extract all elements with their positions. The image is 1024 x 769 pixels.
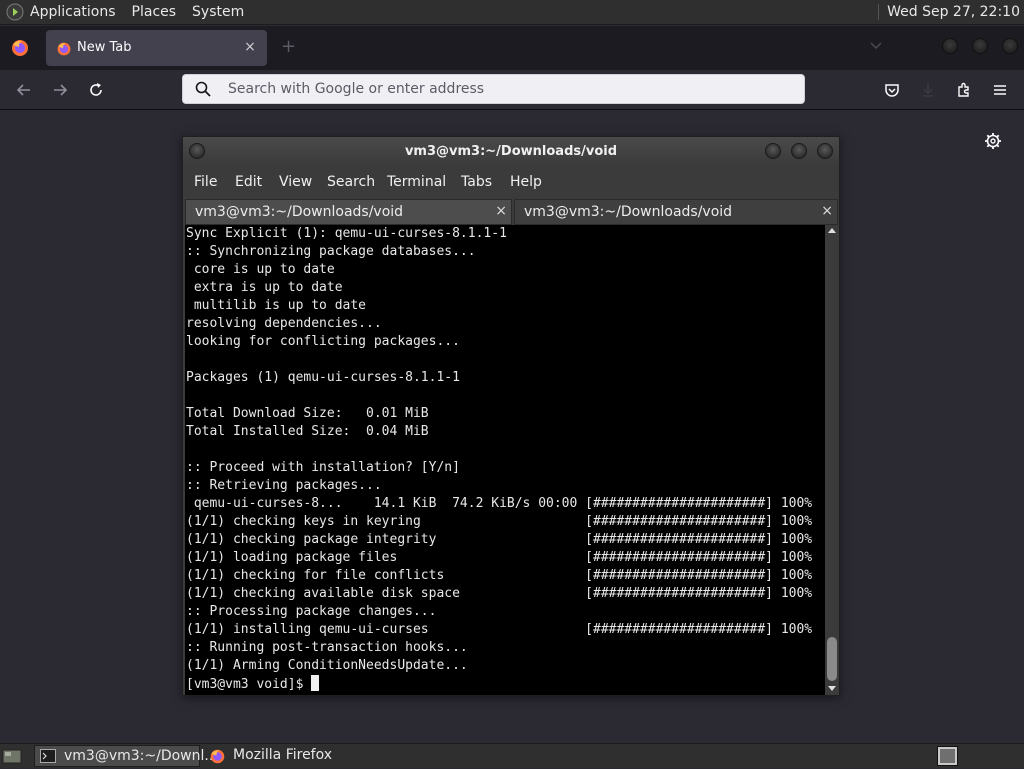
terminal-line: (1/1) checking available disk space [###… — [186, 586, 813, 601]
reload-icon[interactable] — [85, 79, 107, 101]
terminal-line: (1/1) checking keys in keyring [########… — [186, 514, 813, 529]
downloads-icon[interactable] — [917, 79, 939, 101]
terminal-scrollbar[interactable] — [825, 225, 839, 695]
minimize-button[interactable] — [942, 38, 958, 54]
menu-search[interactable]: Search — [327, 174, 375, 190]
taskbar-item-firefox[interactable]: Mozilla Firefox — [204, 745, 364, 767]
scroll-down-arrow-icon[interactable] — [828, 686, 836, 691]
url-placeholder: Search with Google or enter address — [228, 81, 485, 97]
firefox-view-icon[interactable] — [10, 38, 30, 62]
forward-arrow-icon[interactable] — [49, 79, 71, 101]
terminal-line: (1/1) Arming ConditionNeedsUpdate... — [186, 658, 468, 673]
menu-help[interactable]: Help — [510, 174, 542, 190]
terminal-line: Total Installed Size: 0.04 MiB — [186, 424, 429, 439]
clock[interactable]: Wed Sep 27, 22:10 — [878, 4, 1020, 20]
firefox-icon — [209, 748, 226, 769]
terminal-minimize-button[interactable] — [765, 143, 781, 159]
terminal-output[interactable]: Sync Explicit (1): qemu-ui-curses-8.1.1-… — [185, 225, 825, 695]
tab-new-tab[interactable]: New Tab × — [46, 30, 267, 66]
menu-view[interactable]: View — [279, 174, 312, 190]
terminal-tab-1[interactable]: vm3@vm3:~/Downloads/void × — [185, 199, 512, 225]
terminal-line: :: Retrieving packages... — [186, 478, 382, 493]
terminal-line: resolving dependencies... — [186, 316, 382, 331]
pocket-icon[interactable] — [881, 79, 903, 101]
terminal-line: qemu-ui-curses-8... 14.1 KiB 74.2 KiB/s … — [186, 496, 813, 511]
terminal-close-button[interactable] — [817, 143, 833, 159]
taskbar-item-terminal[interactable]: vm3@vm3:~/Downl... — [34, 745, 218, 767]
hamburger-menu-icon[interactable] — [989, 79, 1011, 101]
terminal-prompt-line[interactable]: [vm3@vm3 void]$ — [185, 675, 825, 693]
close-tab-icon[interactable]: × — [495, 203, 507, 219]
text-cursor — [311, 675, 320, 691]
terminal-line: (1/1) loading package files [###########… — [186, 550, 813, 565]
close-window-button[interactable] — [1002, 38, 1018, 54]
menu-terminal[interactable]: Terminal — [387, 174, 446, 190]
tab-label: New Tab — [77, 40, 132, 55]
applications-menu[interactable]: Applications — [30, 4, 116, 20]
back-arrow-icon[interactable] — [13, 79, 35, 101]
gear-icon[interactable] — [984, 132, 1002, 154]
scrollbar-thumb[interactable] — [827, 637, 837, 681]
extensions-icon[interactable] — [953, 79, 975, 101]
terminal-line: looking for conflicting packages... — [186, 334, 460, 349]
shell-prompt: [vm3@vm3 void]$ — [186, 677, 312, 692]
terminal-titlebar[interactable]: vm3@vm3:~/Downloads/void — [183, 137, 839, 167]
firefox-tab-bar: New Tab × + — [0, 26, 1024, 70]
places-menu[interactable]: Places — [132, 4, 177, 20]
menu-edit[interactable]: Edit — [235, 174, 262, 190]
system-menu[interactable]: System — [192, 4, 244, 20]
menu-tabs[interactable]: Tabs — [461, 174, 492, 190]
scroll-up-arrow-icon[interactable] — [828, 228, 836, 233]
terminal-line: Sync Explicit (1): qemu-ui-curses-8.1.1-… — [186, 226, 507, 241]
applications-logo-icon[interactable] — [6, 3, 24, 21]
close-tab-icon[interactable]: × — [241, 38, 259, 56]
terminal-icon — [40, 749, 56, 767]
terminal-tab-2[interactable]: vm3@vm3:~/Downloads/void × — [514, 199, 838, 225]
terminal-window: vm3@vm3:~/Downloads/void File Edit View … — [182, 136, 840, 696]
terminal-line: extra is up to date — [186, 280, 343, 295]
terminal-line: :: Running post-transaction hooks... — [186, 640, 468, 655]
firefox-nav-bar: Search with Google or enter address — [0, 70, 1024, 110]
terminal-line: (1/1) checking package integrity [######… — [186, 532, 813, 547]
list-all-tabs-icon[interactable] — [870, 39, 882, 53]
terminal-line: (1/1) installing qemu-ui-curses [#######… — [186, 622, 813, 637]
terminal-tab-bar: vm3@vm3:~/Downloads/void × vm3@vm3:~/Dow… — [185, 199, 838, 225]
maximize-button[interactable] — [972, 38, 988, 54]
close-tab-icon[interactable]: × — [821, 203, 833, 219]
terminal-line: Packages (1) qemu-ui-curses-8.1.1-1 — [186, 370, 460, 385]
terminal-maximize-button[interactable] — [791, 143, 807, 159]
show-desktop-icon[interactable] — [2, 747, 22, 769]
terminal-line: :: Synchronizing package databases... — [186, 244, 476, 259]
terminal-title: vm3@vm3:~/Downloads/void — [404, 144, 618, 159]
terminal-menubar: File Edit View Search Terminal Tabs Help — [183, 169, 839, 195]
bottom-panel: vm3@vm3:~/Downl... Mozilla Firefox — [0, 743, 1024, 768]
terminal-tab-label: vm3@vm3:~/Downloads/void — [195, 204, 404, 220]
menu-file[interactable]: File — [194, 174, 217, 190]
terminal-line: :: Proceed with installation? [Y/n] — [186, 460, 460, 475]
taskbar-item-label: Mozilla Firefox — [233, 747, 333, 763]
terminal-line: multilib is up to date — [186, 298, 367, 313]
new-tab-button[interactable]: + — [281, 38, 296, 56]
terminal-tab-label: vm3@vm3:~/Downloads/void — [524, 204, 733, 220]
top-panel: Applications Places System Wed Sep 27, 2… — [0, 0, 1024, 25]
terminal-line: (1/1) checking for file conflicts [#####… — [186, 568, 813, 583]
search-icon — [195, 81, 211, 101]
terminal-line: core is up to date — [186, 262, 335, 277]
firefox-icon — [56, 41, 72, 61]
workspace-switcher[interactable] — [937, 746, 958, 766]
taskbar-item-label: vm3@vm3:~/Downl... — [64, 748, 218, 764]
url-bar[interactable]: Search with Google or enter address — [182, 74, 805, 104]
terminal-line: Total Download Size: 0.01 MiB — [186, 406, 429, 421]
terminal-line: :: Processing package changes... — [186, 604, 437, 619]
